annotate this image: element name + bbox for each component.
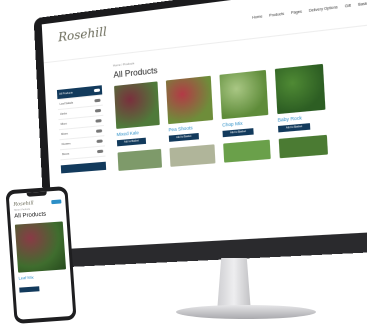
product-image[interactable] [274,63,326,115]
product-card[interactable]: Pea Shoots Add to Basket [165,75,214,142]
add-to-basket-button[interactable]: Add to Basket [116,137,147,147]
product-image[interactable] [114,81,160,129]
product-image[interactable] [165,75,214,125]
product-title[interactable]: Baby Rock [278,113,326,123]
mobile-phone: Rosehill Home / Products All Products Le… [5,186,77,324]
sidebar-item-label: All Products [59,91,73,96]
product-title[interactable]: Chop Mix [222,118,269,128]
count-badge [97,149,104,154]
count-badge [96,139,103,144]
nav-item[interactable]: Gift [345,3,351,8]
product-card[interactable] [278,134,328,159]
nav-item[interactable]: Home [252,14,262,20]
category-sidebar: All Products Leaf Salads Herbs Micro Mixes Fl… [56,85,107,175]
monitor-stand-base [176,305,316,319]
product-image[interactable] [117,148,163,171]
phone-menu-icon[interactable] [51,199,62,205]
phone-screen: Rosehill Home / Products All Products Le… [8,190,74,320]
nav-item[interactable]: Pages [291,9,302,15]
product-card[interactable] [117,148,163,171]
sidebar-item-label: Micro [60,122,68,126]
count-badge [94,108,102,113]
product-title[interactable]: Pea Shoots [168,123,213,132]
phone-add-button[interactable] [19,286,40,293]
count-badge [94,98,101,103]
desktop-monitor: Rosehill Home Products Pages Delivery Optio… [33,0,367,269]
product-card[interactable]: Chop Mix Add to Basket [219,69,269,138]
product-card[interactable] [169,144,216,167]
product-image[interactable] [219,69,269,120]
count-badge [93,88,101,93]
add-to-basket-button[interactable]: Add to Basket [168,132,199,142]
product-image[interactable] [223,139,271,163]
count-badge [95,129,103,133]
main-nav: Home Products Pages Delivery Options Gift Bas… [252,1,367,20]
product-image[interactable] [169,144,216,167]
site-logo[interactable]: Rosehill [57,24,108,45]
logo-text: Rosehill [57,24,108,45]
product-card[interactable]: Baby Rock Add to Basket [274,63,327,133]
product-card[interactable] [223,139,271,163]
sidebar-item-label: Leaf Salads [59,101,74,106]
add-to-basket-button[interactable]: Add to Basket [222,128,254,138]
sidebar-button[interactable] [60,161,107,174]
sidebar-item-label: Flowers [61,142,71,147]
desktop-screen: Rosehill Home Products Pages Delivery Optio… [41,0,367,250]
add-to-basket-button[interactable]: Add to Basket [278,123,311,133]
count-badge [95,119,102,123]
sidebar-item-label: Herbs [60,112,68,116]
nav-item[interactable]: Basket [358,1,367,7]
phone-logo[interactable]: Rosehill [13,200,34,207]
product-title[interactable]: Mixed Kale [116,128,160,137]
nav-item[interactable]: Products [269,12,284,18]
nav-item[interactable]: Delivery Options [309,5,338,13]
product-card[interactable]: Mixed Kale Add to Basket [114,81,161,147]
monitor-stand-neck [217,258,251,310]
sidebar-item-label: Boxes [62,152,70,157]
phone-product-image[interactable] [14,221,67,273]
product-image[interactable] [278,134,328,159]
product-content: Home / Products All Products Mixed Kale A… [113,34,367,171]
sidebar-item-label: Mixes [61,132,68,137]
